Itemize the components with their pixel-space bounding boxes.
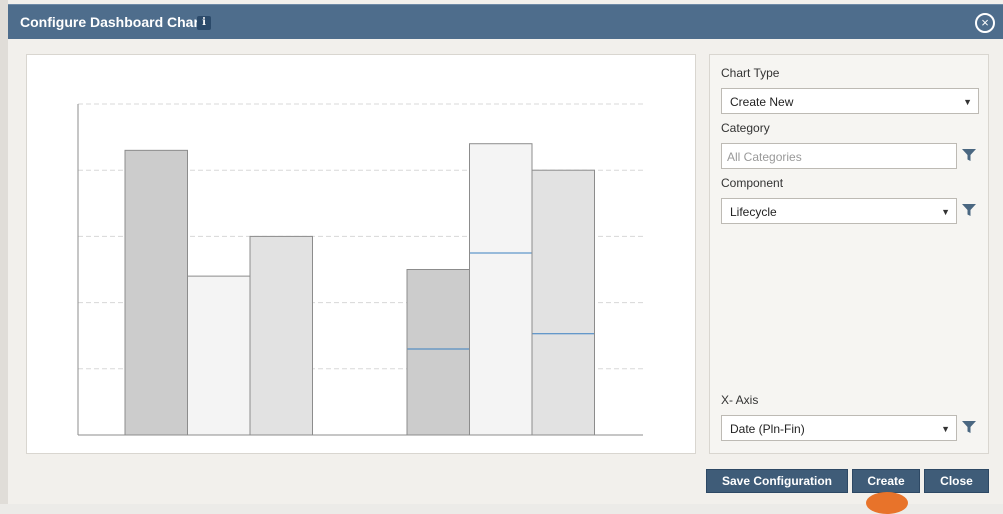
x-axis-filter-icon[interactable]	[961, 420, 977, 434]
chart-type-value: Create New	[730, 95, 794, 109]
dialog-title: Configure Dashboard Chart	[20, 14, 204, 30]
dialog-titlebar: Configure Dashboard Chart i ×	[8, 4, 1003, 39]
chart-bar	[531, 169, 595, 436]
chart-options-panel: Chart Type Create New ▼ Category All Cat…	[709, 54, 989, 454]
chevron-down-icon: ▼	[963, 97, 972, 107]
component-filter-icon[interactable]	[961, 203, 977, 217]
component-label: Component	[721, 176, 784, 190]
x-axis-label: X- Axis	[721, 393, 759, 407]
category-filter-icon[interactable]	[961, 148, 977, 162]
category-label: Category	[721, 121, 770, 135]
component-select[interactable]: Lifecycle ▼	[721, 198, 957, 224]
x-axis-value: Date (Pln-Fin)	[730, 422, 805, 436]
chart-type-select[interactable]: Create New ▼	[721, 88, 979, 114]
chart-bar	[406, 269, 470, 436]
chart-bar	[249, 235, 313, 436]
help-badge[interactable]	[866, 492, 908, 514]
category-input[interactable]: All Categories	[721, 143, 957, 169]
chart-preview-panel	[26, 54, 696, 454]
chart-bar	[469, 143, 533, 436]
chevron-down-icon: ▼	[941, 424, 950, 434]
close-button[interactable]: Close	[924, 469, 989, 493]
chevron-down-icon: ▼	[941, 207, 950, 217]
create-button[interactable]: Create	[852, 469, 920, 493]
close-icon[interactable]: ×	[975, 13, 995, 33]
info-icon[interactable]: i	[197, 16, 211, 30]
chart-bar	[124, 149, 188, 436]
chart-bar	[187, 275, 251, 436]
save-configuration-button[interactable]: Save Configuration	[706, 469, 848, 493]
x-axis-select[interactable]: Date (Pln-Fin) ▼	[721, 415, 957, 441]
chart-type-label: Chart Type	[721, 66, 780, 80]
configure-chart-dialog: Configure Dashboard Chart i × Chart Type…	[0, 0, 1003, 504]
chart-preview	[77, 103, 643, 436]
category-placeholder: All Categories	[727, 150, 802, 164]
component-value: Lifecycle	[730, 205, 777, 219]
